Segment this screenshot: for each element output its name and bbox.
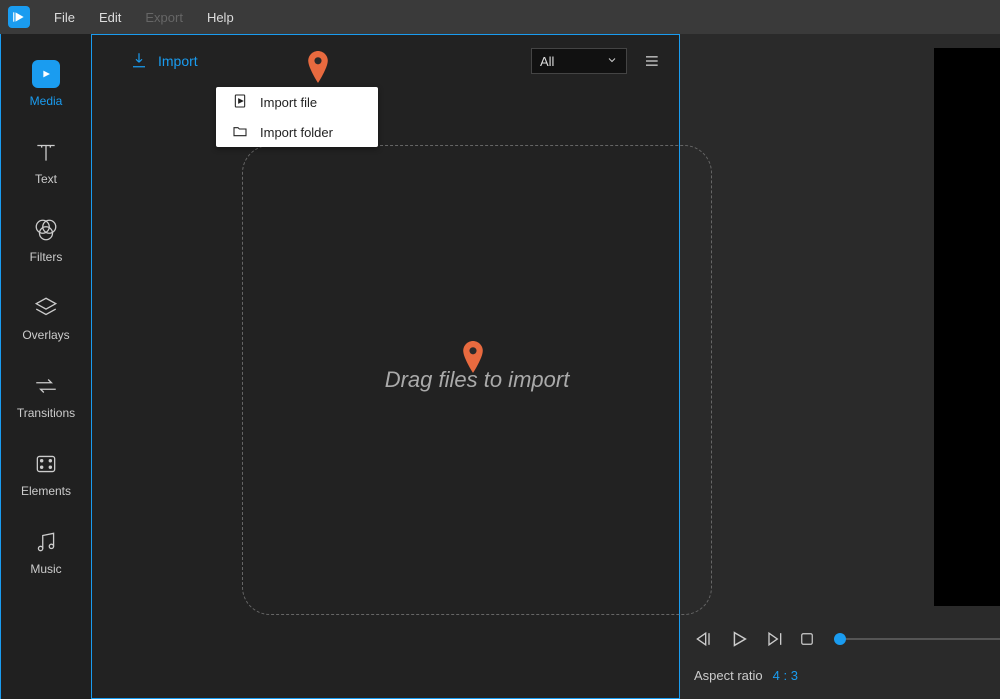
menu-export: Export	[135, 6, 193, 29]
dropzone[interactable]: Drag files to import	[242, 145, 712, 615]
preview-panel: Aspect ratio 4 : 3	[680, 34, 1000, 699]
import-button[interactable]: Import	[130, 51, 198, 72]
import-file-item[interactable]: Import file	[216, 87, 378, 117]
aspect-value[interactable]: 4 : 3	[773, 668, 798, 683]
text-icon	[32, 138, 60, 166]
sidebar-label-overlays: Overlays	[22, 328, 69, 342]
filter-selected: All	[540, 54, 554, 69]
sidebar-item-overlays[interactable]: Overlays	[1, 276, 91, 354]
list-view-icon	[641, 51, 661, 71]
chevron-down-icon	[606, 54, 618, 69]
annotation-pointer-icon	[307, 51, 329, 83]
import-file-label: Import file	[260, 95, 317, 110]
media-toolbar: Import All	[92, 35, 679, 87]
overlays-icon	[32, 294, 60, 322]
import-folder-item[interactable]: Import folder	[216, 117, 378, 147]
transitions-icon	[32, 372, 60, 400]
menubar: File Edit Export Help	[0, 0, 1000, 34]
sidebar-label-transitions: Transitions	[17, 406, 75, 420]
progress-handle[interactable]	[834, 633, 846, 645]
sidebar-item-music[interactable]: Music	[1, 510, 91, 588]
menu-file[interactable]: File	[44, 6, 85, 29]
sidebar-item-filters[interactable]: Filters	[1, 198, 91, 276]
music-icon	[32, 528, 60, 556]
aspect-row: Aspect ratio 4 : 3	[694, 668, 1000, 683]
file-icon	[232, 93, 248, 112]
sidebar: Media Text Filters Overlays Transitions	[0, 34, 92, 699]
filter-select[interactable]: All	[531, 48, 627, 74]
app-logo	[8, 6, 30, 28]
preview-video	[934, 48, 1000, 606]
progress-track[interactable]	[834, 638, 1000, 640]
sidebar-label-media: Media	[30, 94, 63, 108]
folder-icon	[232, 123, 248, 142]
import-menu: Import file Import folder	[216, 87, 378, 147]
prev-frame-button[interactable]	[694, 629, 714, 649]
media-icon	[32, 60, 60, 88]
sidebar-item-elements[interactable]: Elements	[1, 432, 91, 510]
sidebar-label-music: Music	[30, 562, 61, 576]
next-frame-button[interactable]	[764, 629, 784, 649]
player-controls	[694, 628, 1000, 650]
stop-button[interactable]	[798, 630, 816, 648]
menu-help[interactable]: Help	[197, 6, 244, 29]
annotation-pointer-icon	[462, 341, 484, 373]
elements-icon	[32, 450, 60, 478]
import-label: Import	[158, 53, 198, 69]
filters-icon	[32, 216, 60, 244]
sidebar-label-filters: Filters	[30, 250, 63, 264]
aspect-label: Aspect ratio	[694, 668, 763, 683]
play-button[interactable]	[728, 628, 750, 650]
import-icon	[130, 51, 148, 72]
view-toggle[interactable]	[641, 51, 661, 71]
sidebar-item-media[interactable]: Media	[1, 42, 91, 120]
sidebar-label-text: Text	[35, 172, 57, 186]
sidebar-item-transitions[interactable]: Transitions	[1, 354, 91, 432]
sidebar-item-text[interactable]: Text	[1, 120, 91, 198]
menu-edit[interactable]: Edit	[89, 6, 131, 29]
import-folder-label: Import folder	[260, 125, 333, 140]
media-panel: Import All Import file	[92, 34, 680, 699]
sidebar-label-elements: Elements	[21, 484, 71, 498]
workspace: Media Text Filters Overlays Transitions	[0, 34, 1000, 699]
